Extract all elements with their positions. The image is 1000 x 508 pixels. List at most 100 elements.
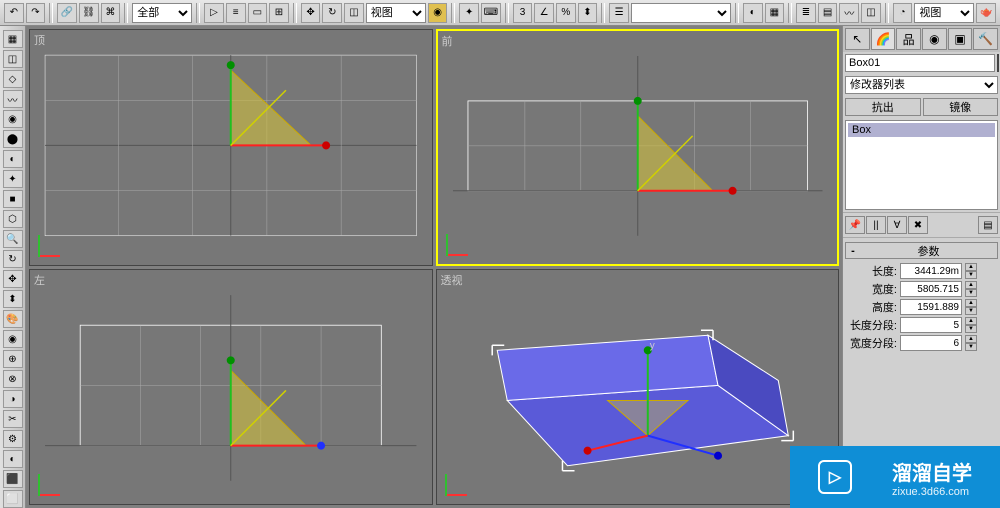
tool-22[interactable]: ◐ — [3, 450, 23, 468]
mirror-button[interactable]: 镜像 — [923, 98, 999, 116]
tool-19[interactable]: ◑ — [3, 390, 23, 408]
manip-button[interactable]: ✦ — [459, 3, 479, 23]
tool-17[interactable]: ⊕ — [3, 350, 23, 368]
mirror-button[interactable]: ◐ — [743, 3, 763, 23]
tab-display[interactable]: ▣ — [948, 28, 973, 50]
grid-top — [30, 30, 431, 261]
lseg-spinner[interactable]: ▲▼ — [965, 317, 977, 333]
extrude-button[interactable]: 抗出 — [845, 98, 921, 116]
object-name-input[interactable] — [845, 54, 995, 72]
param-width: 宽度: ▲▼ — [847, 281, 996, 297]
tab-motion[interactable]: ◉ — [922, 28, 947, 50]
tool-9[interactable]: ■ — [3, 190, 23, 208]
scale-button[interactable]: ◫ — [344, 3, 364, 23]
persp-scene: y — [437, 270, 838, 501]
object-color-swatch[interactable] — [997, 54, 999, 72]
modifier-buttons: 抗出 镜像 — [843, 96, 1000, 118]
render-button[interactable]: 🫖 — [976, 3, 996, 23]
viewport-top[interactable]: 顶 — [29, 29, 433, 266]
pivot-button[interactable]: ◉ — [428, 3, 448, 23]
make-unique-button[interactable]: ∀ — [887, 216, 907, 234]
tool-6[interactable]: ⬤ — [3, 130, 23, 148]
tool-8[interactable]: ✦ — [3, 170, 23, 188]
axis-gizmo-top — [38, 231, 64, 257]
tool-2[interactable]: ◫ — [3, 50, 23, 68]
length-spinner[interactable]: ▲▼ — [965, 263, 977, 279]
angle-snap-button[interactable]: ∠ — [534, 3, 554, 23]
named-sel-select[interactable] — [631, 3, 731, 23]
window-crossing-button[interactable]: ⊞ — [269, 3, 289, 23]
tool-5[interactable]: ◉ — [3, 110, 23, 128]
select-name-button[interactable]: ≡ — [226, 3, 246, 23]
height-input[interactable] — [900, 299, 962, 315]
lseg-input[interactable] — [900, 317, 962, 333]
tab-create[interactable]: ↖ — [845, 28, 870, 50]
move-button[interactable]: ✥ — [301, 3, 321, 23]
keyboard-button[interactable]: ⌨ — [481, 3, 501, 23]
watermark-title: 溜溜自学 — [892, 463, 972, 485]
watermark: ▷ 溜溜自学 zixue.3d66.com — [790, 446, 1000, 508]
length-input[interactable] — [900, 263, 962, 279]
tool-1[interactable]: ▦ — [3, 30, 23, 48]
tool-15[interactable]: 🎨 — [3, 310, 23, 328]
svg-text:y: y — [649, 340, 654, 351]
wseg-input[interactable] — [900, 335, 962, 351]
show-result-button[interactable]: || — [866, 216, 886, 234]
height-spinner[interactable]: ▲▼ — [965, 299, 977, 315]
percent-snap-button[interactable]: % — [556, 3, 576, 23]
named-sel-button[interactable]: ☰ — [609, 3, 629, 23]
curve-editor-button[interactable]: 〰 — [839, 3, 859, 23]
material-button[interactable]: ◔ — [893, 3, 913, 23]
rotate-button[interactable]: ↻ — [322, 3, 342, 23]
tool-16[interactable]: ◉ — [3, 330, 23, 348]
tab-hierarchy[interactable]: 品 — [896, 28, 921, 50]
tool-18[interactable]: ⊗ — [3, 370, 23, 388]
tool-10[interactable]: ⬡ — [3, 210, 23, 228]
schematic-button[interactable]: ◫ — [861, 3, 881, 23]
select-button[interactable]: ▷ — [204, 3, 224, 23]
ref-coord-select[interactable]: 视图 — [366, 3, 426, 23]
stack-item-box[interactable]: Box — [848, 123, 995, 137]
tool-23[interactable]: ⬛ — [3, 470, 23, 488]
tab-utilities[interactable]: 🔨 — [973, 28, 998, 50]
tool-24[interactable]: ⬜ — [3, 490, 23, 508]
modifier-list-select[interactable]: 修改器列表 — [845, 76, 998, 94]
width-spinner[interactable]: ▲▼ — [965, 281, 977, 297]
undo-button[interactable]: ↶ — [4, 3, 24, 23]
remove-mod-button[interactable]: ✖ — [908, 216, 928, 234]
width-input[interactable] — [900, 281, 962, 297]
viewport-front[interactable]: 前 — [436, 29, 840, 266]
spinner-snap-button[interactable]: ⬍ — [578, 3, 598, 23]
viewport-perspective[interactable]: 透视 y — [436, 269, 840, 506]
snap-button[interactable]: 3 — [513, 3, 533, 23]
tool-13[interactable]: ✥ — [3, 270, 23, 288]
watermark-logo-icon: ▷ — [818, 460, 852, 494]
array-button[interactable]: ▦ — [765, 3, 785, 23]
rollup-toggle[interactable]: - — [846, 245, 860, 257]
render-view-select[interactable]: 视图 — [914, 3, 974, 23]
tool-7[interactable]: ◐ — [3, 150, 23, 168]
rect-select-button[interactable]: ▭ — [248, 3, 268, 23]
tool-20[interactable]: ✂ — [3, 410, 23, 428]
tool-14[interactable]: ⬍ — [3, 290, 23, 308]
rollup-parameters-header[interactable]: - 参数 — [845, 242, 998, 259]
pin-stack-button[interactable]: 📌 — [845, 216, 865, 234]
modifier-stack[interactable]: Box — [845, 120, 998, 210]
layers-button[interactable]: ▤ — [818, 3, 838, 23]
viewport-quad: 顶 前 — [26, 26, 842, 508]
redo-button[interactable]: ↷ — [26, 3, 46, 23]
link-button[interactable]: 🔗 — [57, 3, 77, 23]
wseg-spinner[interactable]: ▲▼ — [965, 335, 977, 351]
align-button[interactable]: ≣ — [796, 3, 816, 23]
tab-modify[interactable]: 🌈 — [871, 28, 896, 50]
configure-sets-button[interactable]: ▤ — [978, 216, 998, 234]
tool-12[interactable]: ↻ — [3, 250, 23, 268]
tool-21[interactable]: ⚙ — [3, 430, 23, 448]
bind-button[interactable]: ⌘ — [101, 3, 121, 23]
viewport-left[interactable]: 左 — [29, 269, 433, 506]
tool-4[interactable]: 〰 — [3, 90, 23, 108]
selection-filter-select[interactable]: 全部 — [132, 3, 192, 23]
tool-3[interactable]: ◇ — [3, 70, 23, 88]
unlink-button[interactable]: ⛓ — [79, 3, 99, 23]
tool-11[interactable]: 🔍 — [3, 230, 23, 248]
